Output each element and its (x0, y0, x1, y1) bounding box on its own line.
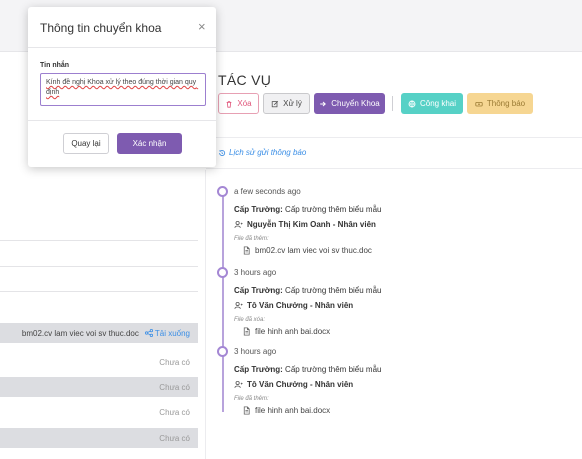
modal-divider (28, 47, 216, 48)
transfer-department-button[interactable]: Chuyển Khoa (314, 93, 385, 114)
download-label: Tải xuống (154, 328, 190, 338)
message-textarea[interactable]: Kính đề nghị Khoa xử lý theo đúng thời g… (40, 73, 206, 106)
timeline-file-label: File đã thêm: (234, 236, 269, 242)
notify-label: Thông báo (486, 99, 526, 108)
delete-button[interactable]: Xóa (218, 93, 259, 114)
section-title: TÁC VỤ (218, 72, 272, 88)
process-button[interactable]: Xử lý (263, 93, 310, 114)
timeline-action: Cấp Trường: Cấp trường thêm biểu mẫu (234, 205, 564, 214)
timeline-person-name: Nguyễn Thị Kim Oanh - Nhân viên (247, 220, 376, 229)
timeline-action-text: Cấp trường thêm biểu mẫu (285, 286, 382, 295)
timeline-file-label: File đã xóa: (234, 317, 266, 323)
timeline-file[interactable]: file hinh anh bai.docx (234, 406, 564, 415)
status-text: Chưa có (159, 357, 190, 367)
globe-icon (408, 100, 416, 107)
timeline-person-name: Tô Văn Chưởng - Nhân viên (247, 380, 354, 389)
timeline-action: Cấp Trường: Cấp trường thêm biểu mẫu (234, 365, 564, 374)
share-icon (144, 329, 153, 337)
table-divider (0, 266, 198, 267)
timeline-dot (217, 346, 228, 357)
timeline-time: 3 hours ago (234, 347, 277, 356)
history-link-label: Lịch sử gửi thông báo (229, 148, 307, 157)
table-row: Chưa có (0, 352, 198, 372)
publish-label: Công khai (419, 99, 457, 108)
timeline-person-name: Tô Văn Chưởng - Nhân viên (247, 301, 354, 310)
user-icon (234, 301, 243, 310)
timeline-action-text: Cấp trường thêm biểu mẫu (285, 205, 382, 214)
file-icon (243, 246, 250, 255)
process-label: Xử lý (283, 99, 302, 108)
table-row: Chưa có (0, 428, 198, 448)
publish-button[interactable]: Công khai (401, 93, 463, 114)
section-divider (206, 168, 582, 169)
history-icon (218, 149, 226, 156)
timeline-actor: Cấp Trường: (234, 205, 283, 214)
message-label: Tin nhắn (40, 62, 70, 69)
delete-label: Xóa (237, 99, 252, 108)
file-icon (243, 406, 250, 415)
edit-icon (271, 100, 279, 107)
timeline-time: 3 hours ago (234, 268, 277, 277)
status-text: Chưa có (159, 407, 190, 417)
table-row: Chưa có (0, 377, 198, 397)
file-icon (243, 327, 250, 336)
download-link[interactable]: Tải xuống (144, 328, 190, 338)
button-group-divider (392, 96, 393, 111)
timeline-actor: Cấp Trường: (234, 365, 283, 374)
timeline-action-text: Cấp trường thêm biểu mẫu (285, 365, 382, 374)
modal-title: Thông tin chuyển khoa (40, 21, 162, 35)
user-icon (234, 220, 243, 229)
megaphone-icon (475, 101, 483, 106)
timeline-line (222, 192, 224, 412)
timeline-person: Nguyễn Thị Kim Oanh - Nhân viên (234, 220, 564, 229)
table-file-name: bm02.cv lam viec voi sv thuc.doc (21, 328, 139, 338)
modal-divider (28, 120, 216, 121)
notification-history-link[interactable]: Lịch sử gửi thông báo (218, 148, 306, 157)
section-divider (206, 137, 582, 138)
timeline-file[interactable]: file hinh anh bai.docx (234, 327, 564, 336)
close-icon[interactable]: × (198, 20, 206, 33)
notify-button[interactable]: Thông báo (467, 93, 533, 114)
table-row: Chưa có (0, 402, 198, 422)
timeline-file-name: bm02.cv lam viec voi sv thuc.doc (255, 246, 372, 255)
arrow-right-icon (320, 101, 327, 106)
timeline-entry: 3 hours ago Cấp Trường: Cấp trường thêm … (234, 268, 564, 336)
back-button[interactable]: Quay lại (63, 133, 109, 154)
timeline-dot (217, 186, 228, 197)
timeline-time: a few seconds ago (234, 187, 301, 196)
table-divider (0, 291, 198, 292)
status-text: Chưa có (159, 382, 190, 392)
timeline-action: Cấp Trường: Cấp trường thêm biểu mẫu (234, 286, 564, 295)
timeline-person: Tô Văn Chưởng - Nhân viên (234, 380, 564, 389)
trash-icon (226, 100, 232, 108)
panel-divider (205, 170, 206, 459)
table-row-file: bm02.cv lam viec voi sv thuc.doc Tải xuố… (0, 323, 198, 343)
timeline-file-label: File đã thêm: (234, 396, 269, 402)
transfer-department-modal: Thông tin chuyển khoa × Tin nhắn Kính đề… (28, 7, 216, 167)
timeline-file-name: file hinh anh bai.docx (255, 406, 331, 415)
table-divider (0, 240, 198, 241)
timeline-entry: 3 hours ago Cấp Trường: Cấp trường thêm … (234, 347, 564, 415)
timeline-file-name: file hinh anh bai.docx (255, 327, 331, 336)
timeline-file[interactable]: bm02.cv lam viec voi sv thuc.doc (234, 246, 564, 255)
timeline-actor: Cấp Trường: (234, 286, 283, 295)
timeline-person: Tô Văn Chưởng - Nhân viên (234, 301, 564, 310)
timeline-dot (217, 267, 228, 278)
user-icon (234, 380, 243, 389)
transfer-label: Chuyển Khoa (331, 99, 380, 108)
confirm-button[interactable]: Xác nhận (117, 133, 182, 154)
timeline-entry: a few seconds ago Cấp Trường: Cấp trường… (234, 187, 564, 255)
status-text: Chưa có (159, 433, 190, 443)
